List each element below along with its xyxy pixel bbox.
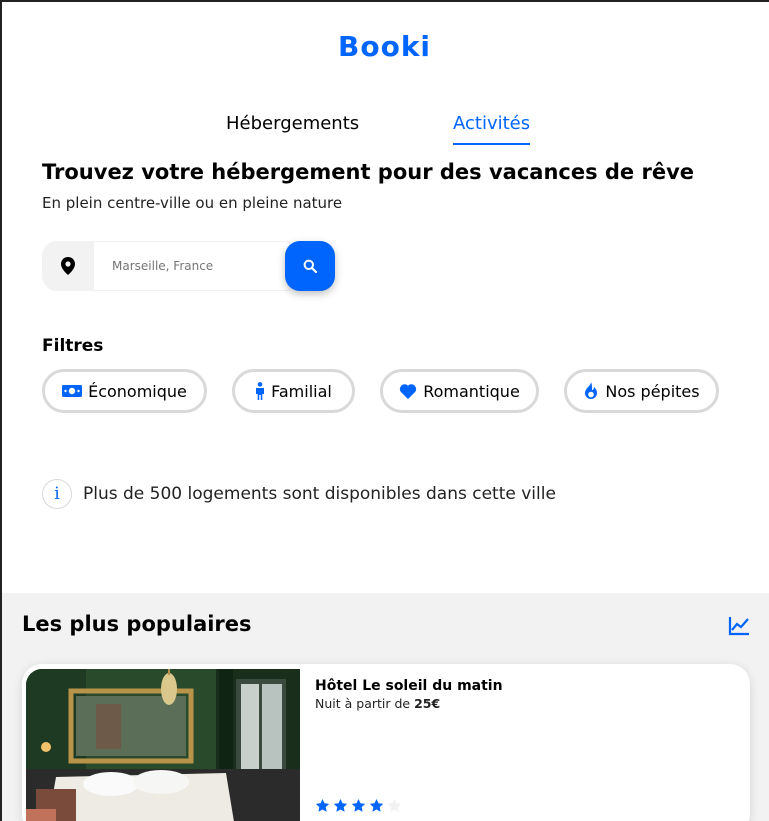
- filter-label: Familial: [271, 381, 332, 401]
- page-subtitle: En plein centre-ville ou en pleine natur…: [42, 194, 343, 212]
- filter-nos-pepites[interactable]: Nos pépites: [564, 369, 719, 413]
- search-button[interactable]: [285, 241, 335, 291]
- trend-chart-icon[interactable]: [727, 613, 751, 637]
- filters-title: Filtres: [42, 336, 104, 356]
- star-filled-icon: [315, 798, 330, 812]
- star-filled-icon: [369, 798, 384, 812]
- filter-label: Romantique: [423, 381, 520, 401]
- availability-text: Plus de 500 logements sont disponibles d…: [83, 484, 556, 504]
- search-bar: [42, 241, 335, 291]
- money-icon: [62, 385, 83, 397]
- filter-economique[interactable]: Économique: [42, 369, 207, 413]
- location-pin-icon: [42, 241, 94, 291]
- filter-label: Économique: [88, 381, 187, 401]
- price-value: 25€: [414, 696, 441, 711]
- filter-label: Nos pépites: [605, 381, 700, 401]
- page-title: Trouvez votre hébergement pour des vacan…: [42, 160, 695, 184]
- tab-hebergements[interactable]: Hébergements: [226, 113, 359, 143]
- main-tabs: Hébergements Activités: [0, 113, 769, 149]
- star-filled-icon: [351, 798, 366, 812]
- person-icon: [256, 382, 265, 400]
- popular-title: Les plus populaires: [22, 612, 252, 636]
- hotel-card[interactable]: Hôtel Le soleil du matin Nuit à partir d…: [22, 664, 750, 821]
- tab-activites[interactable]: Activités: [453, 113, 531, 145]
- filter-romantique[interactable]: Romantique: [380, 369, 539, 413]
- window-top-border: [0, 0, 769, 2]
- booki-logo[interactable]: Booki: [338, 30, 431, 63]
- heart-icon: [400, 384, 417, 399]
- info-icon: i: [42, 479, 72, 509]
- fire-icon: [585, 382, 598, 399]
- hotel-photo: [26, 669, 300, 821]
- star-empty-icon: [387, 798, 402, 812]
- hotel-rating: [315, 798, 402, 813]
- filter-familial[interactable]: Familial: [232, 369, 355, 413]
- search-input[interactable]: [94, 241, 290, 291]
- search-icon: [303, 259, 317, 273]
- hotel-price: Nuit à partir de 25€: [315, 696, 440, 711]
- hotel-name: Hôtel Le soleil du matin: [315, 678, 503, 694]
- popular-section: Les plus populaires Hôtel Le soleil du m…: [2, 593, 769, 821]
- star-filled-icon: [333, 798, 348, 812]
- availability-info: i Plus de 500 logements sont disponibles…: [42, 479, 556, 509]
- price-prefix: Nuit à partir de: [315, 696, 415, 711]
